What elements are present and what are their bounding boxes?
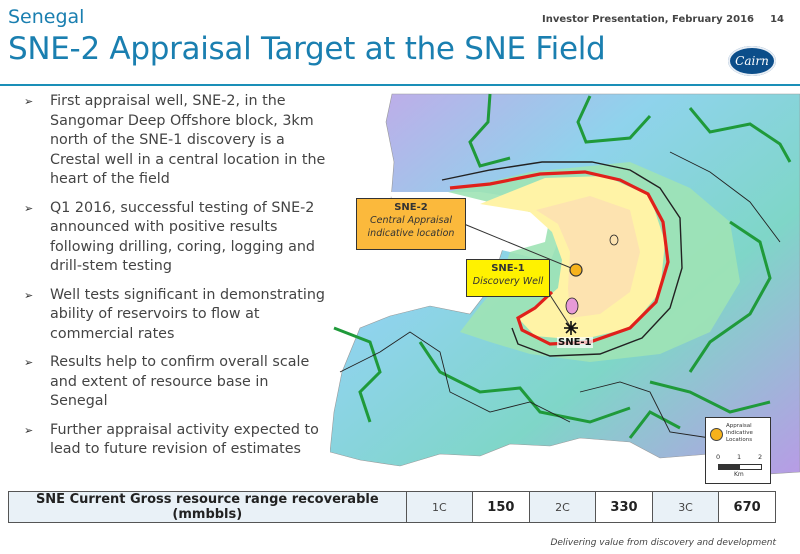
bullet-text: First appraisal well, SNE-2, in the Sang… — [50, 93, 326, 187]
page-number: 14 — [770, 14, 784, 25]
resource-value-2c: 330 — [595, 491, 653, 523]
arrow-bullet-icon: ➢ — [24, 356, 34, 369]
resource-table: SNE Current Gross resource range recover… — [8, 491, 776, 523]
bullet-text: Further appraisal activity expected to l… — [50, 421, 319, 458]
resource-label: SNE Current Gross resource range recover… — [8, 491, 407, 523]
sne2-callout-title: SNE-2 — [394, 202, 428, 213]
presentation-meta: Investor Presentation, February 2016 — [542, 14, 754, 25]
sne1-callout: SNE-1 Discovery Well — [466, 259, 550, 297]
bullet-text: Q1 2016, successful testing of SNE-2 ann… — [50, 199, 315, 275]
scale-unit: Km — [734, 471, 744, 478]
footer-tagline: Delivering value from discovery and deve… — [550, 538, 776, 548]
cairn-logo: Cairn — [728, 46, 776, 76]
resource-value-3c: 670 — [718, 491, 776, 523]
arrow-bullet-icon: ➢ — [24, 201, 34, 215]
scale-0: 0 — [716, 453, 721, 461]
appraisal-location-icon — [710, 428, 723, 441]
sne2-callout-line1: Central Appraisal — [370, 215, 452, 226]
sne2-callout-line2: indicative location — [367, 228, 455, 239]
sne1-callout-line1: Discovery Well — [472, 276, 544, 287]
slide-subtitle: Senegal — [8, 6, 85, 28]
arrow-bullet-icon: ➢ — [24, 95, 34, 108]
slide-title: SNE-2 Appraisal Target at the SNE Field — [8, 31, 606, 67]
sne1-callout-title: SNE-1 — [491, 263, 525, 274]
legend-line-2: Indicative — [726, 430, 753, 436]
resource-class-2c: 2C — [528, 491, 597, 523]
resource-class-1c: 1C — [405, 491, 474, 523]
scale-2: 2 — [758, 453, 763, 461]
legend-text: Appraisal Indicative Locations — [726, 423, 753, 444]
header-divider — [0, 84, 800, 86]
resource-class-3c: 3C — [651, 491, 720, 523]
arrow-bullet-icon: ➢ — [24, 423, 34, 437]
legend-line-1: Appraisal — [726, 423, 752, 429]
scale-1: 1 — [737, 453, 742, 461]
map-legend: Appraisal Indicative Locations 0 1 2 Km — [705, 417, 771, 484]
bullet-text: Well tests significant in demonstrating … — [50, 286, 325, 342]
bullet-item: ➢ Q1 2016, successful testing of SNE-2 an… — [14, 199, 329, 277]
legend-line-3: Locations — [726, 437, 753, 443]
bullet-list: ➢ First appraisal well, SNE-2, in the San… — [14, 92, 329, 469]
scale-bar — [718, 464, 762, 470]
bullet-text: Results help to confirm overall scale an… — [50, 354, 310, 409]
bullet-item: ➢ First appraisal well, SNE-2, in the San… — [14, 92, 329, 190]
sne1-map-label: SNE-1 — [557, 337, 593, 348]
sne2-callout: SNE-2 Central Appraisal indicative locat… — [356, 198, 466, 250]
bullet-item: ➢ Well tests significant in demonstrating… — [14, 286, 329, 345]
resource-value-1c: 150 — [472, 491, 530, 523]
bullet-item: ➢ Further appraisal activity expected to … — [14, 421, 329, 460]
bullet-item: ➢ Results help to confirm overall scale a… — [14, 353, 329, 412]
arrow-bullet-icon: ➢ — [24, 288, 34, 302]
table-row: SNE Current Gross resource range recover… — [8, 491, 776, 523]
sne2-appraisal-marker — [569, 263, 583, 277]
